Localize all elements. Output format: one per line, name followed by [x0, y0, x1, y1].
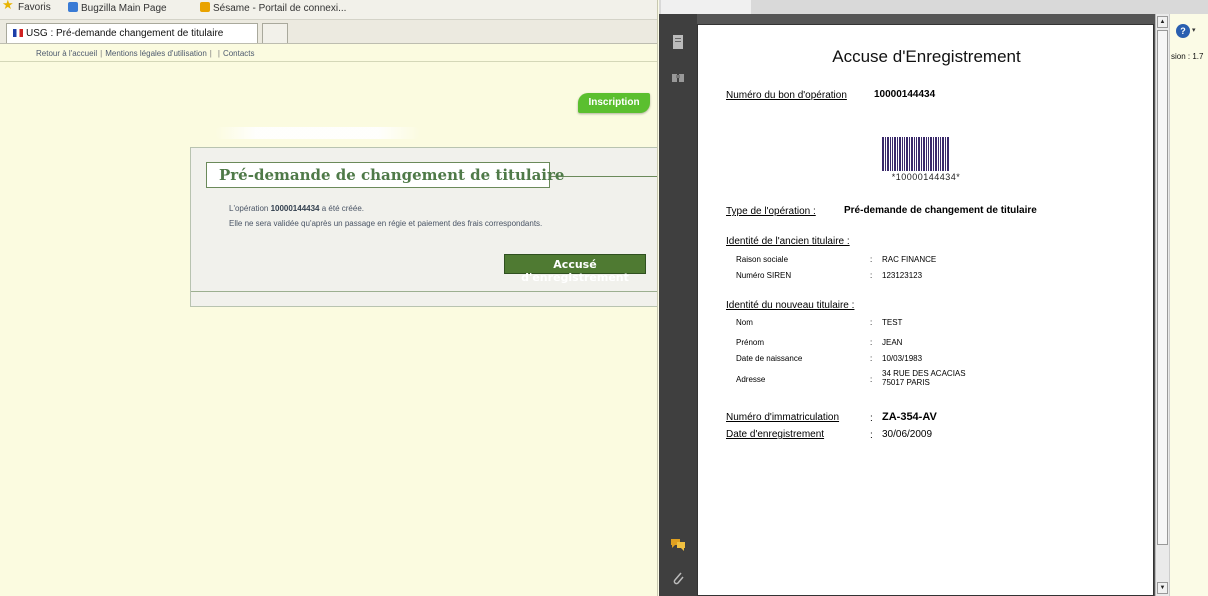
op-number-label: Numéro du bon d'opération: [726, 90, 847, 101]
new-row-label: Prénom: [736, 338, 765, 347]
help-dropdown-icon[interactable]: ▾: [1192, 26, 1196, 34]
favorite-sesame-label: Sésame - Portail de connexi...: [213, 3, 347, 14]
colon: :: [870, 375, 873, 384]
scroll-thumb[interactable]: [1157, 30, 1168, 545]
old-row-label: Raison sociale: [736, 255, 789, 264]
colon: :: [870, 354, 873, 363]
old-row-label: Numéro SIREN: [736, 271, 792, 280]
accuse-enregistrement-button[interactable]: Accusé d'enregistrement: [504, 254, 646, 284]
colon: :: [870, 271, 873, 280]
help-icon[interactable]: ?: [1176, 24, 1190, 38]
message-suffix: a été créée.: [319, 204, 364, 213]
vertical-scrollbar[interactable]: ▲ ▼: [1155, 14, 1169, 596]
blurred-header-area: [215, 127, 420, 139]
favorite-sesame[interactable]: Sésame - Portail de connexi...: [200, 2, 346, 14]
immat-value: ZA-354-AV: [882, 411, 937, 423]
scroll-up-arrow[interactable]: ▲: [1157, 16, 1168, 28]
favorites-bar: ★ Favoris Bugzilla Main Page Sésame - Po…: [0, 0, 657, 20]
colon: :: [870, 318, 873, 327]
new-tab-button[interactable]: [262, 23, 288, 43]
viewer-sidebar: [659, 14, 697, 596]
new-row-label: Adresse: [736, 375, 766, 384]
nav-separator: |: [217, 49, 220, 58]
favorite-bugzilla-label: Bugzilla Main Page: [81, 3, 167, 14]
message-prefix: L'opération: [229, 204, 271, 213]
confirmation-panel: Pré-demande de changement de titulaire L…: [190, 147, 657, 307]
immat-label: Numéro d'immatriculation: [726, 412, 840, 423]
date-label: Date d'enregistrement: [726, 429, 825, 440]
new-row-value: 34 RUE DES ACACIAS: [882, 369, 966, 378]
nav-legal-link[interactable]: Mentions légales d'utilisation: [105, 49, 207, 58]
favorites-star-icon[interactable]: ★: [2, 0, 16, 12]
favorite-bugzilla[interactable]: Bugzilla Main Page: [68, 2, 167, 14]
document-area: Accuse d'Enregistrement Numéro du bon d'…: [697, 14, 1155, 596]
inscription-button[interactable]: Inscription: [578, 93, 650, 113]
pages-icon[interactable]: [670, 34, 686, 50]
barcode-text: *10000144434*: [891, 172, 961, 182]
viewer-topbar: [659, 0, 1208, 14]
new-row-value: 10/03/1983: [882, 354, 923, 363]
top-navigation: Retour à l'accueil | Mentions légales d'ut…: [0, 45, 657, 62]
pdf-viewer: Accuse d'Enregistrement Numéro du bon d'…: [659, 0, 1208, 596]
viewer-right-panel: [1169, 14, 1208, 596]
new-row-label: Nom: [736, 318, 753, 327]
viewer-tab[interactable]: [661, 0, 751, 14]
tab-current[interactable]: USG : Pré-demande changement de titulair…: [6, 23, 258, 43]
new-row-value-line2: 75017 PARIS: [882, 378, 930, 387]
old-row-value: RAC FINANCE: [882, 255, 937, 264]
colon: :: [870, 430, 873, 441]
new-row-label: Date de naissance: [736, 354, 803, 363]
flag-icon: [13, 29, 23, 37]
op-number-value: 10000144434: [874, 89, 936, 100]
nav-home-link[interactable]: Retour à l'accueil: [36, 49, 97, 58]
tab-title: USG : Pré-demande changement de titulair…: [26, 28, 224, 39]
panel-title: Pré-demande de changement de titulaire: [206, 162, 564, 188]
old-holder-header: Identité de l'ancien titulaire :: [726, 236, 850, 247]
barcode: [882, 135, 968, 171]
new-row-value: JEAN: [882, 338, 903, 347]
scroll-down-arrow[interactable]: ▼: [1157, 582, 1168, 594]
screen: ★ Favoris Bugzilla Main Page Sésame - Po…: [0, 0, 1208, 596]
browser-window: ★ Favoris Bugzilla Main Page Sésame - Po…: [0, 0, 658, 596]
new-holder-header: Identité du nouveau titulaire :: [726, 300, 855, 311]
pdf-title: Accuse d'Enregistrement: [832, 47, 1021, 66]
binoculars-icon[interactable]: [670, 70, 686, 86]
bugzilla-icon: [68, 2, 78, 12]
comments-icon[interactable]: [670, 536, 686, 552]
sesame-icon: [200, 2, 210, 12]
old-row-value: 123123123: [882, 271, 923, 280]
nav-separator: |: [100, 49, 103, 58]
date-value: 30/06/2009: [882, 429, 933, 440]
colon: :: [870, 413, 873, 424]
validation-message: Elle ne sera validée qu'après un passage…: [229, 219, 543, 228]
version-text: sion : 1.7: [1171, 52, 1204, 61]
colon: :: [870, 255, 873, 264]
new-row-value: TEST: [882, 318, 903, 327]
nav-contacts-link[interactable]: Contacts: [223, 49, 255, 58]
type-value: Pré-demande de changement de titulaire: [844, 205, 1037, 216]
operation-number: 10000144434: [270, 204, 320, 213]
title-rule: [549, 176, 657, 177]
colon: :: [870, 338, 873, 347]
type-label: Type de l'opération :: [726, 206, 816, 217]
pdf-page: Accuse d'Enregistrement Numéro du bon d'…: [697, 24, 1154, 596]
attachment-icon[interactable]: [670, 570, 686, 586]
panel-divider: [191, 291, 657, 292]
nav-separator: |: [209, 49, 212, 58]
web-page: Retour à l'accueil | Mentions légales d'ut…: [0, 45, 657, 596]
favorites-button[interactable]: Favoris: [18, 2, 51, 13]
tab-strip: USG : Pré-demande changement de titulair…: [0, 20, 657, 44]
confirmation-message: L'opération 10000144434 a été créée.: [229, 204, 364, 213]
